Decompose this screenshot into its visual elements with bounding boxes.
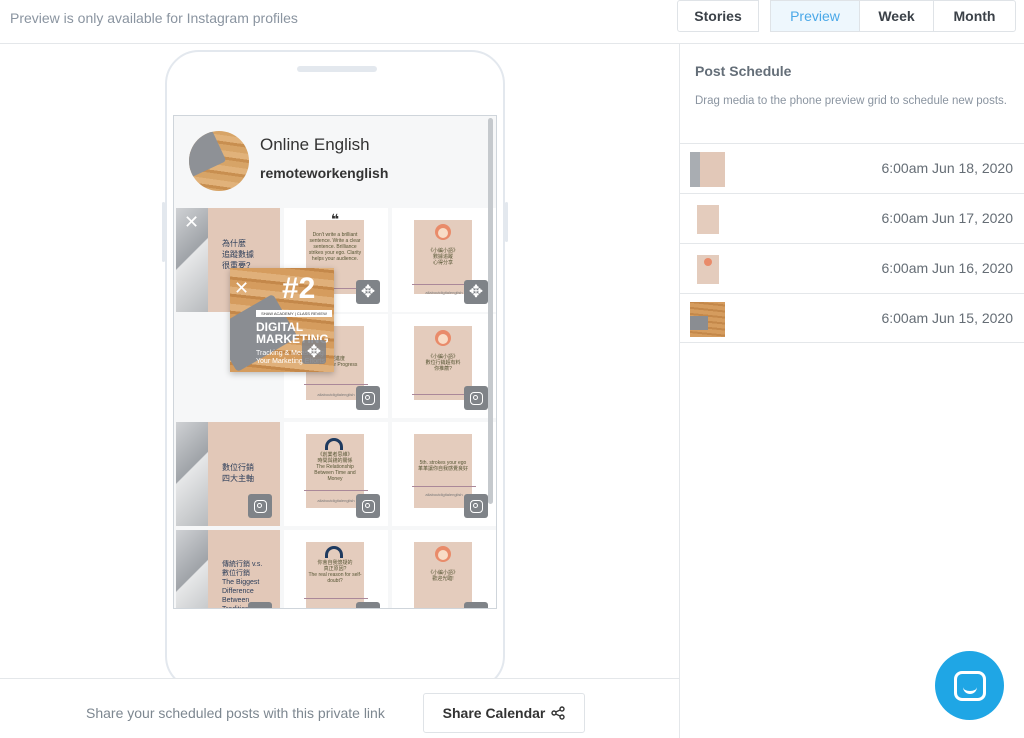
schedule-description: Drag media to the phone preview grid to … (695, 95, 1007, 107)
chat-icon (953, 670, 986, 701)
preview-notice: Preview is only available for Instagram … (10, 10, 298, 26)
tile-text: Don't write a brilliant sentence. Write … (308, 232, 362, 262)
move-handle-icon[interactable]: ✥ (356, 280, 380, 304)
tile-text: 5th. strokes your ego 革革讓你自我感覺良好 (417, 460, 468, 472)
schedule-item[interactable]: 6:00am Jun 17, 2020 (680, 193, 1024, 243)
grid-tile[interactable]: 《小編小語》 歡迎光臨! (392, 530, 496, 608)
tile-footer: allaboutdigitalenglish (425, 492, 463, 497)
phone-screen: Online English remoteworkenglish 為什麼 追蹤數… (173, 115, 497, 609)
post-thumbnail (690, 302, 725, 337)
grid-tile[interactable]: 傳統行銷 v.s. 數位行銷 The Biggest Difference Be… (176, 530, 280, 608)
post-ribbon: SHAW ACADEMY | CLASS REVIEW (256, 310, 332, 317)
tile-footer: allaboutdigitalenglish (317, 498, 355, 503)
post-thumbnail (690, 202, 725, 237)
instagram-icon[interactable] (248, 494, 272, 518)
grid-tile[interactable]: 你會自我懷疑的 真正原因? The real reason for self-d… (284, 530, 388, 608)
schedule-item[interactable]: 6:00am Jun 18, 2020 (680, 143, 1024, 193)
instagram-icon[interactable] (356, 494, 380, 518)
post-thumbnail (690, 252, 725, 287)
grid-tile[interactable]: 數位行銷 四大主軸 (176, 422, 280, 526)
grid-tile[interactable]: 《小編小語》 數位行銷超有料 你推薦? (392, 314, 496, 418)
tile-text: 《小編小語》 歡迎光臨! (427, 570, 458, 582)
tile-footer: allaboutdigitalenglish (425, 290, 463, 295)
profile-handle: remoteworkenglish (260, 165, 389, 181)
instagram-icon[interactable] (356, 602, 380, 608)
post-schedule-panel: Post Schedule Drag media to the phone pr… (680, 44, 1024, 738)
grid-scrollbar[interactable] (488, 118, 493, 504)
view-tab-stories[interactable]: Stories (677, 0, 759, 32)
tile-text: 《創業者思維》 時間與錢的關係 The Relationship Between… (314, 452, 356, 482)
top-bar: Preview is only available for Instagram … (0, 0, 1024, 44)
share-text: Share your scheduled posts with this pri… (86, 705, 385, 721)
tile-text: 你會自我懷疑的 真正原因? The real reason for self-d… (308, 560, 362, 584)
share-calendar-button[interactable]: Share Calendar (423, 693, 585, 733)
schedule-time: 6:00am Jun 16, 2020 (881, 260, 1013, 276)
schedule-title: Post Schedule (695, 63, 792, 79)
view-tab-preview[interactable]: Preview (770, 0, 860, 32)
chat-launcher-button[interactable] (935, 651, 1004, 720)
tile-text: 為什麼 追蹤數據 很重要? (222, 239, 254, 270)
schedule-time: 6:00am Jun 18, 2020 (881, 160, 1013, 176)
post-thumbnail (690, 152, 725, 187)
schedule-item[interactable]: 6:00am Jun 16, 2020 (680, 243, 1024, 293)
dragged-post[interactable]: ✕ #2 SHAW ACADEMY | CLASS REVIEW DIGITAL… (230, 268, 334, 372)
tile-text: 《小編小語》 數據追蹤 心得分享 (427, 248, 458, 266)
headphones-icon (325, 438, 343, 450)
move-handle-icon[interactable]: ✥ (464, 280, 488, 304)
close-icon[interactable]: ✕ (184, 212, 199, 233)
post-number: #2 (282, 272, 316, 305)
instagram-icon[interactable] (356, 386, 380, 410)
grid-tile[interactable]: 《創業者思維》 時間與錢的關係 The Relationship Between… (284, 422, 388, 526)
schedule-time: 6:00am Jun 15, 2020 (881, 310, 1013, 326)
phone-side-button (505, 202, 508, 242)
close-icon[interactable]: ✕ (234, 278, 249, 299)
share-icon (551, 706, 566, 720)
share-bar: Share your scheduled posts with this pri… (0, 678, 679, 738)
profile-header: Online English remoteworkenglish (174, 116, 496, 206)
avatar (189, 131, 249, 191)
profile-name: Online English (260, 135, 370, 154)
share-calendar-label: Share Calendar (442, 705, 546, 721)
grid-tile[interactable]: 5th. strokes your ego 革革讓你自我感覺良好 allabou… (392, 422, 496, 526)
instagram-icon[interactable] (464, 494, 488, 518)
view-tab-month[interactable]: Month (933, 0, 1016, 32)
view-tab-week[interactable]: Week (859, 0, 934, 32)
grid-tile[interactable]: 《小編小語》 數據追蹤 心得分享 allaboutdigitalenglish … (392, 208, 496, 312)
schedule-time: 6:00am Jun 17, 2020 (881, 210, 1013, 226)
instagram-icon[interactable] (464, 602, 488, 608)
phone-side-button (162, 202, 165, 262)
instagram-icon[interactable] (464, 386, 488, 410)
tile-footer: allaboutdigitalenglish (317, 392, 355, 397)
character-icon (435, 546, 451, 562)
phone-speaker (297, 66, 377, 72)
quote-icon: ❝ (330, 211, 340, 227)
tile-text: 數位行銷 四大主軸 (222, 463, 254, 483)
schedule-item[interactable]: 6:00am Jun 15, 2020 (680, 293, 1024, 343)
instagram-icon[interactable] (248, 602, 272, 608)
character-icon (435, 330, 451, 346)
tile-text: 《小編小語》 數位行銷超有料 你推薦? (425, 354, 461, 372)
move-handle-icon[interactable]: ✥ (302, 340, 326, 364)
headphones-icon (325, 546, 343, 558)
character-icon (435, 224, 451, 240)
